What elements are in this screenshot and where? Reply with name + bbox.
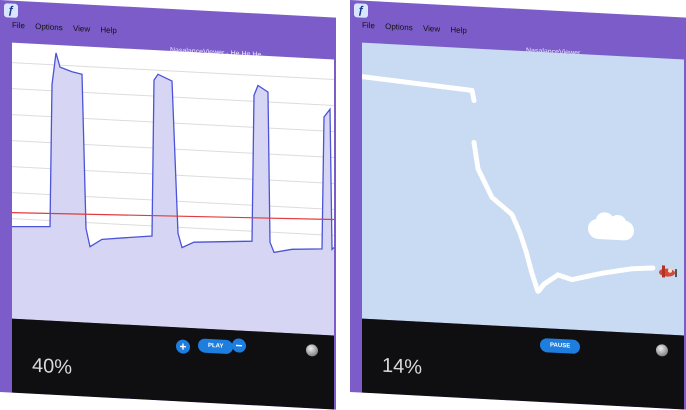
menu-file[interactable]: File: [12, 21, 25, 31]
left-window: ƒ File Options View Help NasalanceViewer…: [0, 0, 336, 410]
menu-help[interactable]: Help: [450, 25, 466, 35]
signal-plot-area: [12, 42, 334, 336]
control-bar: PAUSE 14%: [362, 318, 684, 410]
volume-knob-icon[interactable]: [306, 344, 318, 357]
menu-view[interactable]: View: [73, 24, 90, 34]
game-area: [362, 42, 684, 336]
nasalance-percent: 40%: [32, 354, 73, 379]
nasalance-percent: 14%: [382, 354, 423, 379]
right-window: ƒ File Options View Help NasalanceViewer…: [350, 0, 686, 410]
play-button[interactable]: PLAY: [198, 338, 234, 355]
pause-button[interactable]: PAUSE: [540, 337, 581, 355]
menu-view[interactable]: View: [423, 24, 440, 34]
airplane-icon: [659, 265, 677, 278]
app-logo-icon[interactable]: ƒ: [354, 3, 368, 18]
cloud-icon: [588, 218, 634, 241]
plus-button[interactable]: +: [176, 339, 190, 354]
menu-options[interactable]: Options: [385, 22, 413, 32]
flight-trail: [362, 74, 657, 295]
control-bar: + PLAY − 40%: [12, 318, 334, 410]
menu-help[interactable]: Help: [100, 25, 116, 35]
menu-file[interactable]: File: [362, 21, 375, 31]
menu-options[interactable]: Options: [35, 22, 63, 32]
volume-knob-icon[interactable]: [656, 344, 668, 357]
minus-button[interactable]: −: [232, 338, 246, 353]
signal-plot: [12, 52, 334, 336]
app-logo-icon[interactable]: ƒ: [4, 3, 18, 18]
trail-path: [362, 74, 657, 295]
